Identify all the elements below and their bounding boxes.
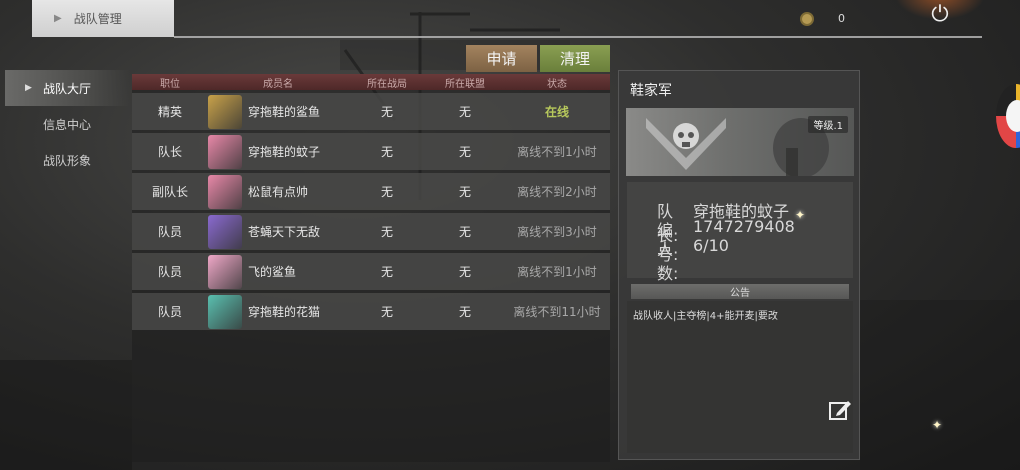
member-status: 离线不到3小时: [517, 224, 597, 239]
member-status: 离线不到2小时: [517, 184, 597, 199]
avatar: [208, 174, 242, 209]
count-row: 人数: 6/10: [657, 236, 729, 284]
table-row[interactable]: 精英 穿拖鞋的鲨鱼 无 无 在线: [132, 93, 610, 130]
sidebar-item-label: 信息中心: [43, 117, 92, 132]
avatar: [208, 254, 242, 289]
header-name: 成员名: [263, 78, 293, 90]
sparkle-icon: ✦: [932, 418, 943, 432]
header-alliance: 所在联盟: [445, 78, 485, 90]
table-header: 职位 成员名 所在战局 所在联盟 状态: [132, 74, 610, 90]
sidebar-item-hall[interactable]: ▶ 战队大厅: [5, 70, 130, 106]
team-info-panel: 鞋家军 等级.1 队长: 穿拖鞋的蚊子 编号: 1747279408 人数: 6…: [618, 70, 860, 460]
member-name: 飞的鲨鱼: [248, 265, 297, 279]
member-name: 穿拖鞋的鲨鱼: [248, 105, 321, 119]
avatar: [208, 94, 242, 129]
member-role: 副队长: [151, 185, 188, 199]
header-divider: [174, 36, 982, 38]
member-name: 穿拖鞋的花猫: [248, 305, 321, 319]
coin-icon: [800, 12, 814, 26]
right-arrow-icon: ▶: [54, 13, 62, 24]
team-banner: 等级.1: [626, 108, 854, 176]
coin-value: 0: [838, 12, 845, 25]
member-name: 穿拖鞋的蚊子: [248, 145, 321, 159]
member-war: 无: [380, 225, 393, 239]
member-name-cell: 松鼠有点帅: [208, 173, 348, 210]
member-name: 松鼠有点帅: [248, 185, 309, 199]
member-war: 无: [380, 105, 393, 119]
edit-icon[interactable]: [828, 398, 852, 422]
avatar: [208, 134, 242, 169]
table-row[interactable]: 副队长 松鼠有点帅 无 无 离线不到2小时: [132, 173, 610, 210]
table-row[interactable]: 队员 穿拖鞋的花猫 无 无 离线不到11小时: [132, 293, 610, 330]
table-row[interactable]: 队员 飞的鲨鱼 无 无 离线不到1小时: [132, 253, 610, 290]
sidebar-nav: ▶ 战队大厅 信息中心 战队形象: [5, 70, 130, 178]
member-war: 无: [380, 145, 393, 159]
member-name-cell: 穿拖鞋的蚊子: [208, 133, 348, 170]
clear-button[interactable]: 清理: [540, 45, 610, 72]
notice-text: 战队收人|主夺榜|4+能开麦|要改: [633, 311, 778, 322]
sidebar-item-team-image[interactable]: 战队形象: [5, 142, 130, 178]
notice-box: [627, 301, 853, 453]
member-status: 离线不到1小时: [517, 264, 597, 279]
member-status: 离线不到1小时: [517, 144, 597, 159]
member-alliance: 无: [458, 225, 471, 239]
member-role: 队员: [157, 225, 182, 239]
team-name: 鞋家军: [630, 83, 672, 99]
header-status: 状态: [547, 78, 567, 90]
power-icon[interactable]: ⏻: [926, 0, 954, 28]
table-row[interactable]: 队长 穿拖鞋的蚊子 无 无 离线不到1小时: [132, 133, 610, 170]
member-name-cell: 穿拖鞋的鲨鱼: [208, 93, 348, 130]
team-level-badge: 等级.1: [808, 116, 848, 133]
member-role: 队员: [157, 305, 182, 319]
member-alliance: 无: [458, 145, 471, 159]
count-label: 人数:: [657, 240, 679, 283]
member-name-cell: 苍蝇天下无敌: [208, 213, 348, 250]
title-tab[interactable]: ▶ 战队管理: [32, 0, 174, 37]
sidebar-item-info-center[interactable]: 信息中心: [5, 106, 130, 142]
member-name: 苍蝇天下无敌: [248, 225, 321, 239]
member-role: 队长: [157, 145, 182, 159]
member-alliance: 无: [458, 265, 471, 279]
member-name-cell: 穿拖鞋的花猫: [208, 293, 348, 330]
member-role: 精英: [157, 105, 182, 119]
member-war: 无: [380, 185, 393, 199]
sparkle-icon: ✦: [795, 208, 806, 222]
member-alliance: 无: [458, 105, 471, 119]
selected-arrow-icon: ▶: [25, 83, 32, 93]
member-status: 在线: [544, 105, 569, 119]
member-name-cell: 飞的鲨鱼: [208, 253, 348, 290]
table-row[interactable]: 队员 苍蝇天下无敌 无 无 离线不到3小时: [132, 213, 610, 250]
avatar: [208, 214, 242, 249]
notice-header: 公告: [631, 284, 849, 299]
header-role: 职位: [160, 78, 180, 90]
member-war: 无: [380, 305, 393, 319]
member-table: 职位 成员名 所在战局 所在联盟 状态 精英 穿拖鞋的鲨鱼无无在线 队长 穿拖鞋的蚊子…: [132, 74, 610, 462]
member-alliance: 无: [458, 305, 471, 319]
sidebar-item-label: 战队形象: [43, 153, 92, 168]
apply-button[interactable]: 申请: [466, 45, 537, 72]
header-war: 所在战局: [367, 78, 407, 90]
sidebar-item-label: 战队大厅: [43, 81, 92, 96]
member-role: 队员: [157, 265, 182, 279]
member-alliance: 无: [458, 185, 471, 199]
avatar: [208, 294, 242, 329]
member-status: 离线不到11小时: [513, 304, 601, 319]
app-logo-icon[interactable]: [996, 84, 1020, 148]
count-value: 6/10: [693, 236, 729, 255]
member-war: 无: [380, 265, 393, 279]
page-title: 战队管理: [73, 12, 122, 26]
